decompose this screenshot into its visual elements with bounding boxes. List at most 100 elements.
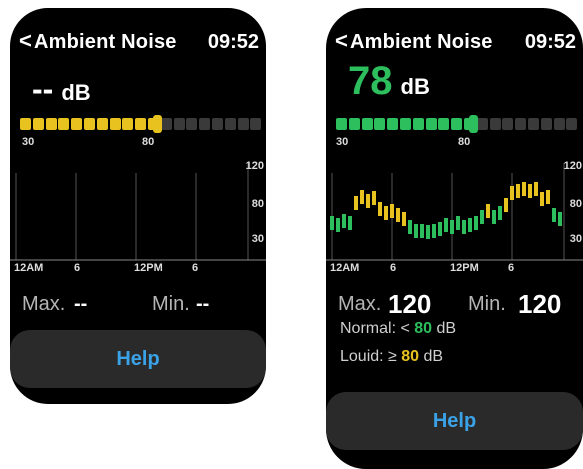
- history-bar: [390, 204, 394, 218]
- level-marker: [152, 115, 162, 133]
- loud-unit: dB: [423, 348, 444, 365]
- noise-reading: 78 dB: [348, 61, 430, 101]
- max-label: Max.: [22, 293, 66, 315]
- back-icon[interactable]: <: [335, 29, 348, 53]
- help-button[interactable]: Help: [326, 392, 583, 450]
- history-bar: [384, 206, 388, 220]
- y-tick-120: 120: [245, 160, 264, 172]
- history-bar: [456, 216, 460, 230]
- noise-reading: -- dB: [32, 72, 91, 106]
- back-icon[interactable]: <: [19, 29, 32, 53]
- history-bar: [486, 204, 490, 218]
- level-bar: [20, 115, 266, 134]
- normal-symbol: <: [400, 320, 410, 337]
- level-segment: [566, 118, 578, 130]
- level-segment: [336, 118, 347, 130]
- history-chart: 120 80 30 12AM 6 12PM 6: [326, 158, 583, 283]
- history-bar: [432, 224, 436, 238]
- history-bar: [336, 218, 340, 232]
- history-bar: [522, 182, 526, 196]
- max-label: Max.: [338, 293, 382, 315]
- level-segment: [250, 118, 262, 130]
- y-tick-30: 30: [251, 233, 264, 245]
- min-value: 120: [518, 289, 562, 319]
- history-bar: [540, 192, 544, 206]
- level-segment: [476, 118, 488, 130]
- level-segment: [553, 118, 565, 130]
- history-bar: [378, 202, 382, 216]
- history-bar: [546, 190, 550, 204]
- help-button[interactable]: Help: [10, 330, 266, 388]
- history-bar: [510, 186, 514, 200]
- history-bar: [444, 218, 448, 232]
- max-value: --: [74, 293, 88, 315]
- level-segment: [540, 118, 552, 130]
- clock: 09:52: [207, 31, 259, 53]
- level-segment: [425, 118, 437, 130]
- level-segment: [412, 118, 424, 130]
- level-segment: [71, 118, 83, 130]
- history-bar: [498, 206, 502, 220]
- level-segment: [212, 118, 223, 130]
- history-bar: [414, 224, 418, 238]
- normal-threshold: 80: [414, 320, 433, 337]
- loud-threshold: 80: [401, 348, 420, 365]
- level-segment: [528, 118, 539, 130]
- history-bar: [354, 196, 358, 210]
- x-tick-12pm: 12PM: [450, 262, 479, 274]
- level-segment: [400, 118, 411, 130]
- level-segment: [502, 118, 514, 130]
- min-label: Min.: [152, 293, 190, 315]
- x-tick-12am: 12AM: [330, 262, 360, 274]
- level-segment: [122, 118, 134, 130]
- history-bar: [408, 220, 412, 234]
- level-marker: [468, 115, 478, 133]
- status-bar: < Ambient Noise 09:52: [326, 28, 583, 58]
- history-bar: [468, 218, 472, 232]
- reading-value: --: [32, 71, 54, 107]
- x-tick-12am: 12AM: [14, 262, 44, 274]
- level-bar: [336, 115, 582, 134]
- screen-title: Ambient Noise: [350, 31, 493, 53]
- level-segment: [489, 118, 501, 130]
- history-bar: [348, 216, 352, 230]
- level-segment: [135, 118, 147, 130]
- level-segment: [109, 118, 121, 130]
- normal-label: Normal:: [340, 320, 397, 337]
- level-segment: [224, 118, 236, 130]
- level-segment: [374, 118, 386, 130]
- stats-row: Max. 120 Min. 120: [326, 288, 583, 324]
- level-segment: [160, 118, 172, 130]
- max-value: 120: [388, 289, 432, 319]
- bar-mark-label: 80: [142, 136, 155, 148]
- reading-unit: dB: [400, 74, 430, 99]
- bar-min-label: 30: [336, 136, 349, 148]
- history-bar: [342, 214, 346, 228]
- x-tick-12pm: 12PM: [134, 262, 163, 274]
- history-bar: [402, 212, 406, 226]
- history-bar: [480, 210, 484, 224]
- history-bar: [534, 182, 538, 196]
- history-bar: [528, 184, 532, 198]
- stats-row: Max. -- Min. --: [10, 288, 266, 324]
- level-segment: [84, 118, 95, 130]
- status-bar: < Ambient Noise 09:52: [10, 28, 266, 58]
- watch-screen-data: < Ambient Noise 09:52 78 dB 30 80 120 80 …: [326, 8, 583, 469]
- history-bar: [330, 216, 334, 230]
- level-segment: [96, 118, 108, 130]
- history-bar: [396, 208, 400, 222]
- history-bar: [492, 210, 496, 224]
- level-segment: [186, 118, 198, 130]
- clock: 09:52: [524, 31, 576, 53]
- history-bar: [438, 222, 442, 236]
- history-bar: [420, 224, 424, 238]
- y-tick-30: 30: [569, 233, 582, 245]
- level-segment: [173, 118, 185, 130]
- history-chart: 120 80 30 12AM 6 12PM 6: [10, 158, 266, 283]
- loud-symbol: ≥: [388, 348, 397, 365]
- history-bar: [504, 198, 508, 212]
- history-bar: [360, 190, 364, 204]
- level-segment: [45, 118, 57, 130]
- history-bar: [552, 208, 556, 222]
- level-segment: [20, 118, 31, 130]
